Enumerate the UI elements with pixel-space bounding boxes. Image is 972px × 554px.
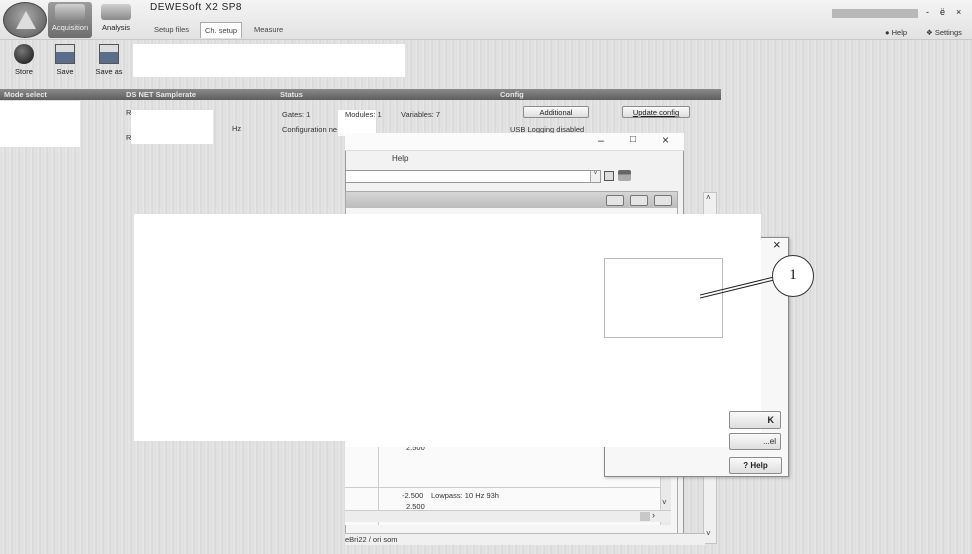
help-link-label: Help bbox=[891, 28, 908, 37]
update-config-button[interactable]: Update config bbox=[622, 106, 690, 118]
inner-minimize-button[interactable] bbox=[606, 195, 624, 206]
callout-leader-line bbox=[700, 276, 775, 299]
close-button[interactable]: × bbox=[956, 7, 961, 17]
chevron-down-icon[interactable]: ˅ bbox=[662, 498, 667, 507]
ok-button[interactable]: K bbox=[729, 411, 781, 429]
grid-divider bbox=[345, 487, 671, 488]
question-icon: ? bbox=[743, 461, 749, 470]
modules-count: Modules: 1 bbox=[345, 110, 382, 119]
help-link[interactable]: ● Help bbox=[885, 28, 907, 37]
additional-button[interactable]: Additional bbox=[523, 106, 589, 118]
gates-count: Gates: 1 bbox=[282, 110, 311, 119]
samplerate-label-2: R bbox=[126, 133, 132, 142]
dewesoft-logo-icon[interactable] bbox=[3, 2, 47, 38]
save-report-icon[interactable] bbox=[604, 171, 614, 181]
ribbon bbox=[0, 0, 972, 40]
settings-icon: ❖ bbox=[926, 28, 933, 37]
save-as-label: Save as bbox=[95, 67, 123, 76]
inner-close-button[interactable] bbox=[654, 195, 672, 206]
hz-unit: Hz bbox=[232, 124, 242, 133]
cancel-button[interactable]: ...el bbox=[729, 433, 781, 450]
minimize-button[interactable]: - bbox=[926, 7, 929, 17]
dialog-maximize-button[interactable]: □ bbox=[630, 134, 636, 145]
dialog-titlebar: – □ × bbox=[345, 133, 684, 151]
acquisition-icon bbox=[55, 4, 85, 20]
grid-value: -2.500 bbox=[402, 491, 424, 500]
dialog-minimize-button[interactable]: – bbox=[598, 135, 604, 147]
chevron-down-icon[interactable]: ˅ bbox=[590, 171, 600, 182]
tab-ch-setup[interactable]: Ch. setup bbox=[200, 22, 243, 38]
help-button-label: Help bbox=[750, 461, 768, 470]
scroll-thumb[interactable] bbox=[640, 512, 650, 521]
save-as-button[interactable]: Save as bbox=[88, 42, 130, 80]
store-icon bbox=[14, 44, 34, 64]
save-label: Save bbox=[56, 67, 74, 76]
report-combo[interactable] bbox=[345, 170, 601, 183]
grid-filter-text: Lowpass: 10 Hz 93h bbox=[431, 491, 499, 500]
help-button[interactable]: ? Help bbox=[729, 457, 782, 474]
scroll-up-icon[interactable]: ˄ bbox=[706, 193, 711, 202]
samplerate-field[interactable] bbox=[131, 110, 213, 144]
title-bar-strip bbox=[832, 9, 918, 18]
tab-setup-files[interactable]: Setup files bbox=[150, 22, 193, 38]
header-ds-net: DS NET Samplerate bbox=[126, 90, 197, 99]
variables-count: Variables: 7 bbox=[401, 110, 441, 119]
mode-analysis-label: Analysis bbox=[102, 23, 130, 32]
samplerate-label: R bbox=[126, 108, 132, 117]
print-icon[interactable] bbox=[618, 170, 631, 181]
analysis-icon bbox=[101, 4, 131, 20]
settings-link-label: Settings bbox=[934, 28, 962, 37]
help-icon: ● bbox=[885, 28, 890, 37]
menu-help[interactable]: Help bbox=[392, 154, 408, 163]
mode-select-panel[interactable] bbox=[0, 101, 80, 147]
header-status: Status bbox=[280, 90, 303, 99]
configuration-status: Configuration ne bbox=[282, 125, 338, 134]
mode-acquisition-label: Acquisition bbox=[51, 23, 89, 32]
status-text: eBri22 / ori som bbox=[345, 535, 398, 544]
window-controls: - ё × bbox=[832, 7, 972, 20]
dialog-close-button[interactable]: × bbox=[662, 133, 669, 147]
restore-button[interactable]: ё bbox=[940, 7, 945, 17]
chevron-right-icon[interactable]: › bbox=[652, 510, 655, 520]
section-header-bar: Mode select DS NET Samplerate Status Con… bbox=[0, 89, 721, 100]
save-button[interactable]: Save bbox=[44, 42, 86, 80]
save-icon bbox=[55, 44, 75, 64]
settings-link[interactable]: ❖ Settings bbox=[926, 28, 962, 37]
tab-measure[interactable]: Measure bbox=[250, 22, 287, 38]
save-as-icon bbox=[99, 44, 119, 64]
inner-restore-button[interactable] bbox=[630, 195, 648, 206]
header-mode-select: Mode select bbox=[4, 90, 47, 99]
app-title: DEWESoft X2 SP8 bbox=[150, 2, 242, 13]
horizontal-scrollbar[interactable] bbox=[345, 510, 671, 522]
inner-titlebar bbox=[346, 192, 677, 208]
header-config: Config bbox=[500, 90, 524, 99]
mode-analysis-button[interactable]: Analysis bbox=[94, 2, 138, 38]
store-label: Store bbox=[15, 67, 33, 76]
callout-marker: 1 bbox=[772, 255, 814, 297]
front-dialog-close-button[interactable]: × bbox=[773, 237, 781, 252]
status-strip: eBri22 / ori som bbox=[345, 533, 705, 545]
scroll-down-icon[interactable]: ˅ bbox=[706, 529, 711, 538]
store-button[interactable]: Store bbox=[3, 42, 45, 80]
mode-acquisition-button[interactable]: Acquisition bbox=[48, 2, 92, 38]
redacted-area bbox=[133, 44, 405, 77]
